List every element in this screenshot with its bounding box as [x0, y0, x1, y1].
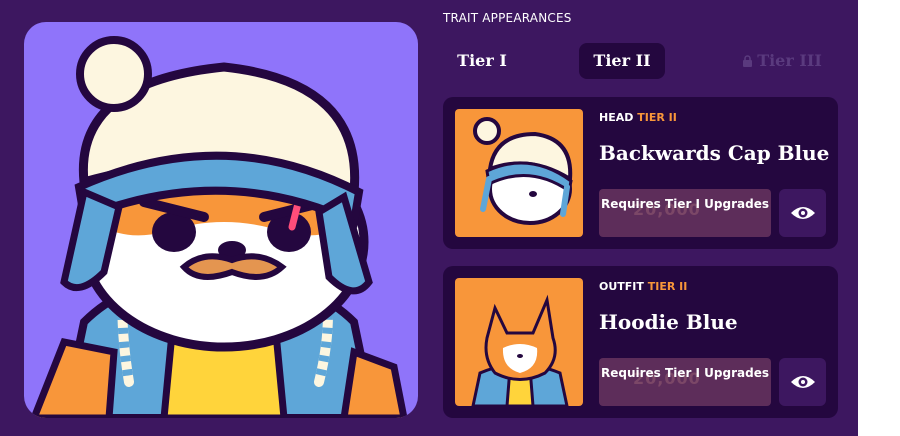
trait-category-label: HEAD [599, 111, 634, 124]
trait-tier-label: TIER II [647, 280, 688, 293]
tab-tier-3-label: Tier III [757, 51, 822, 70]
requirement-text: Requires Tier I Upgrades [601, 197, 769, 211]
trait-category-outfit: OUTFIT TIER II [599, 280, 687, 293]
lock-icon [742, 44, 753, 80]
trait-tier-label: TIER II [637, 111, 677, 124]
character-portrait [24, 22, 418, 418]
requires-upgrade-button[interactable]: 20,000 Requires Tier I Upgrades [599, 358, 771, 406]
tab-tier-2[interactable]: Tier II [579, 43, 665, 79]
eye-icon [790, 207, 815, 219]
trait-thumbnail-head [455, 109, 583, 237]
preview-button[interactable] [779, 358, 826, 406]
trait-name: Hoodie Blue [599, 310, 738, 334]
eye-icon [790, 376, 815, 388]
trait-card-outfit: OUTFIT TIER II Hoodie Blue 20,000 Requir… [443, 266, 838, 418]
trait-thumbnail-outfit [455, 278, 583, 406]
trait-panel: TRAIT APPEARANCES Tier I Tier II Tier II… [0, 0, 858, 436]
requirement-text: Requires Tier I Upgrades [601, 366, 769, 380]
trait-name: Backwards Cap Blue [599, 141, 830, 165]
beanie-thumbnail-image [473, 117, 573, 225]
trait-category-head: HEAD TIER II [599, 111, 677, 124]
trait-card-head: HEAD TIER II Backwards Cap Blue 20,000 R… [443, 97, 838, 249]
tab-tier-1[interactable]: Tier I [446, 43, 518, 79]
fox-character-illustration [30, 36, 408, 418]
requires-upgrade-button[interactable]: 20,000 Requires Tier I Upgrades [599, 189, 771, 237]
trait-category-label: OUTFIT [599, 280, 644, 293]
tab-tier-3[interactable]: Tier III [733, 43, 831, 79]
section-heading: TRAIT APPEARANCES [443, 11, 572, 25]
preview-button[interactable] [779, 189, 826, 237]
hoodie-thumbnail-image [471, 294, 569, 406]
